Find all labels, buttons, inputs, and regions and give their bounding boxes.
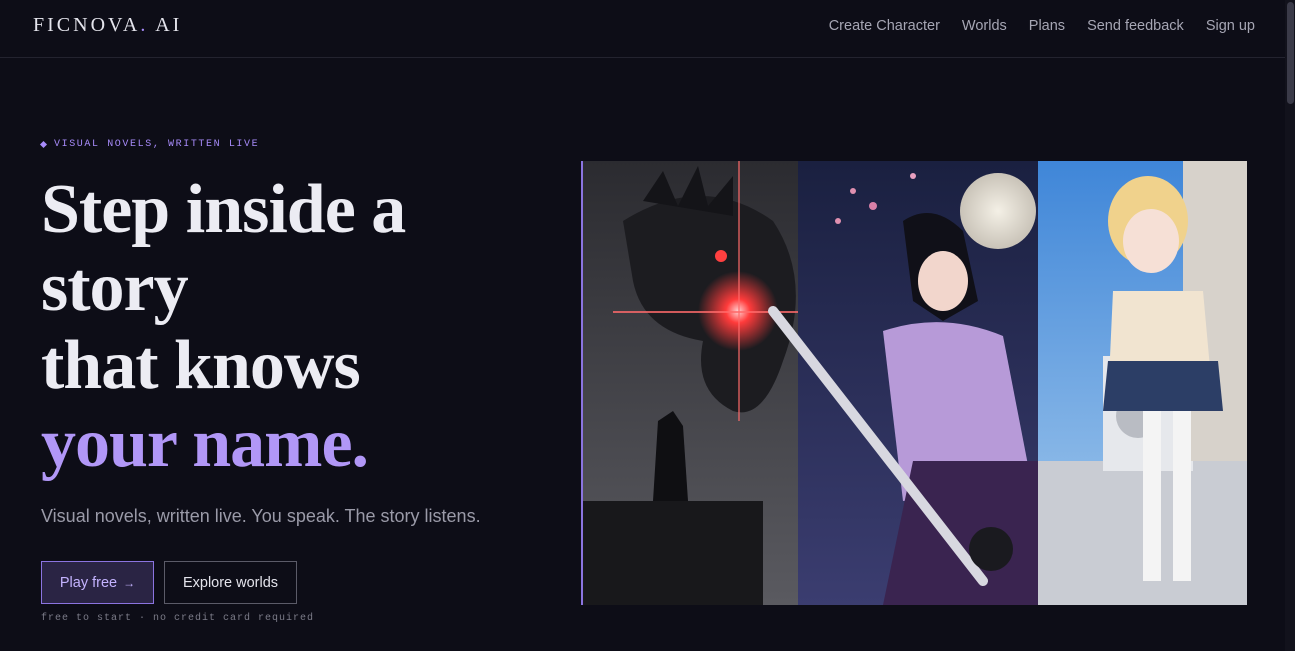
diamond-icon [39,140,48,149]
top-navigation-bar: FICNOVA. AI Create Character Worlds Plan… [0,0,1285,58]
headline-line-3: that knows [41,327,361,404]
brand-logo[interactable]: FICNOVA. AI [33,14,182,37]
page-scrollbar[interactable] [1285,0,1295,651]
nav-worlds[interactable]: Worlds [962,18,1007,34]
hero-headline: Step inside a story that knows your name… [41,171,406,483]
hero-fineprint: free to start · no credit card required [41,613,315,624]
scrollbar-thumb[interactable] [1287,2,1294,104]
brand-suffix: AI [148,14,183,36]
explore-worlds-button[interactable]: Explore worlds [164,561,297,604]
hero-eyebrow-text: VISUAL NOVELS, WRITTEN LIVE [54,139,260,150]
nav-send-feedback[interactable]: Send feedback [1087,18,1184,34]
nav-create-character[interactable]: Create Character [829,18,940,34]
headline-line-1: Step inside a [41,171,406,248]
nav-plans[interactable]: Plans [1029,18,1065,34]
hero-artwork-illustration [583,161,1247,605]
hero-artwork [581,161,1247,605]
play-free-button[interactable]: Play free → [41,561,154,604]
headline-line-2: story [41,249,189,326]
arrow-right-icon: → [123,575,136,590]
brand-name: FICNOVA [33,14,141,36]
play-free-label: Play free [59,574,118,591]
hero-eyebrow: VISUAL NOVELS, WRITTEN LIVE [39,139,260,150]
nav-sign-up[interactable]: Sign up [1206,18,1255,34]
hero-subtitle: Visual novels, written live. You speak. … [41,506,481,526]
main-nav: Create Character Worlds Plans Send feedb… [829,18,1255,34]
headline-line-4-accent: your name. [41,405,369,482]
